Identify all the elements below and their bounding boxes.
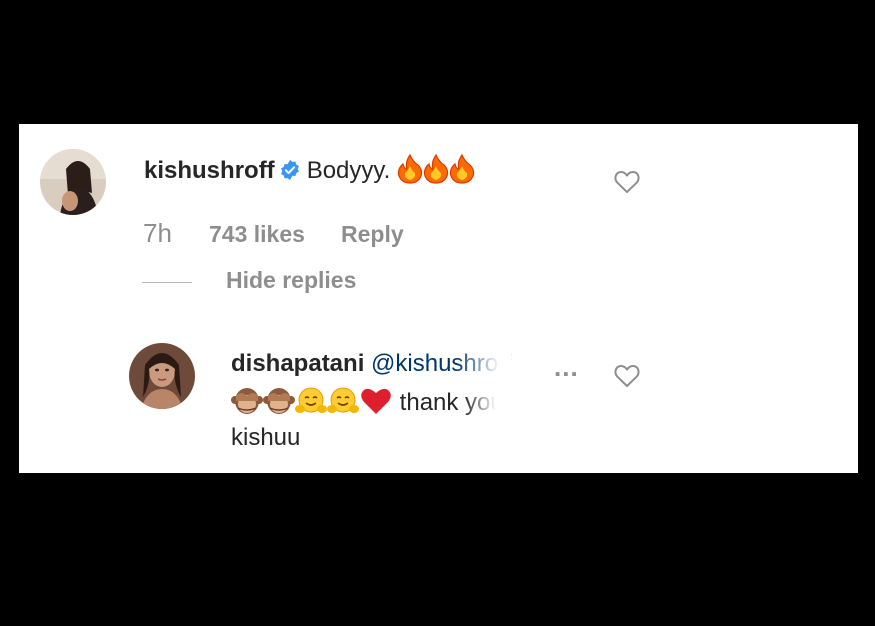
hugging-face-emoji (295, 386, 327, 423)
hide-replies-button[interactable]: Hide replies (226, 267, 356, 294)
red-heart-emoji (359, 386, 393, 423)
comment-card: kishushroff Bodyyy. 7h 743 likes Reply H… (19, 124, 858, 473)
like-heart-icon[interactable] (614, 364, 640, 388)
more-options-button[interactable]: ... (554, 352, 579, 383)
fire-emoji (423, 153, 449, 191)
reply-button[interactable]: Reply (341, 221, 404, 248)
reply-text-wrapper: thank you (400, 389, 504, 417)
comment-body: kishushroff Bodyyy. (144, 153, 475, 191)
comment-time[interactable]: 7h (143, 218, 172, 249)
reply-mention-wrapper: @kishushroff (371, 350, 512, 378)
avatar-dishapatani[interactable] (129, 343, 195, 409)
see-no-evil-monkey-emoji (263, 386, 295, 423)
reply-username[interactable]: dishapatani (231, 350, 364, 377)
reply-text-line2: kishuu (231, 424, 301, 451)
hugging-face-emoji (327, 386, 359, 423)
comment-text: Bodyyy. (306, 157, 391, 184)
like-heart-icon[interactable] (614, 170, 640, 194)
reply-header: dishapatani @kishushroff (231, 350, 512, 378)
text-fade-overlay (456, 350, 512, 378)
reply-text-line: thank you (231, 386, 504, 423)
see-no-evil-monkey-emoji (231, 386, 263, 423)
fire-emoji (449, 153, 475, 191)
comment-likes[interactable]: 743 likes (209, 221, 305, 248)
text-fade-overlay (463, 389, 504, 417)
comment-username[interactable]: kishushroff (144, 157, 275, 184)
replies-divider-line (142, 282, 192, 283)
avatar-kishushroff[interactable] (40, 149, 106, 215)
verified-badge-icon (280, 159, 299, 181)
fire-emoji (397, 153, 423, 191)
